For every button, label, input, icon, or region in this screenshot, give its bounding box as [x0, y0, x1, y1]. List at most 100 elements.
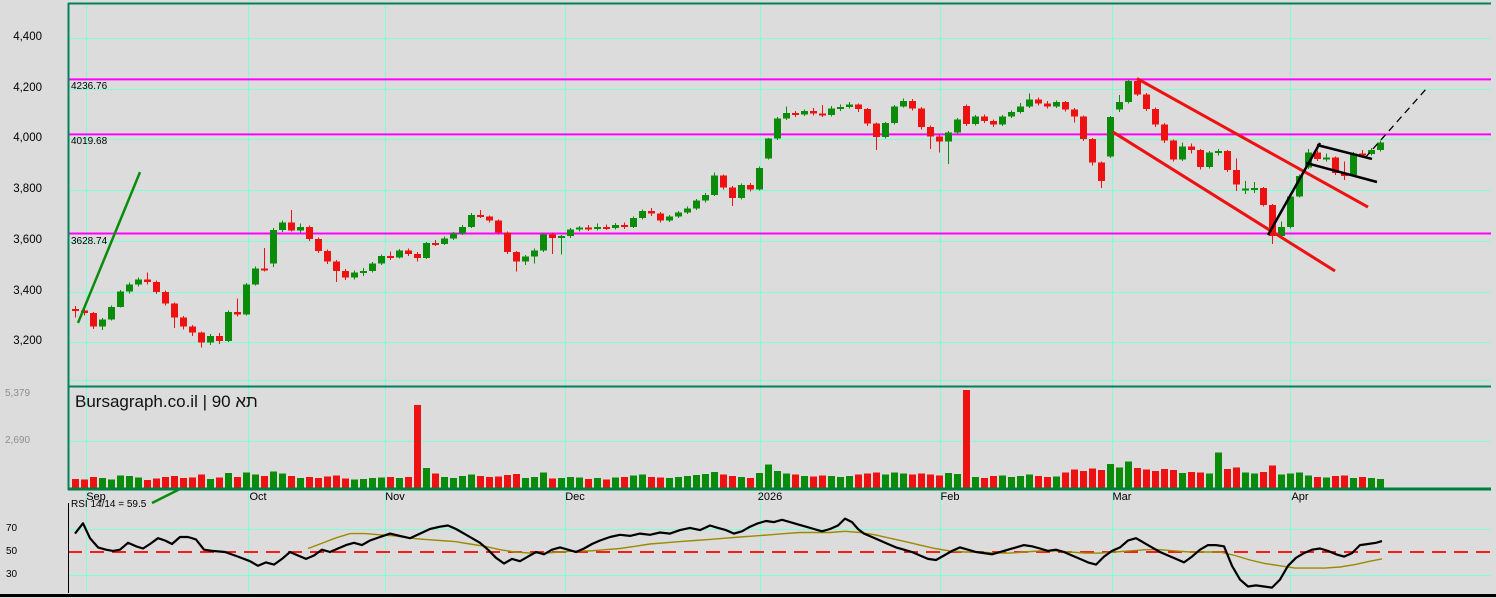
volume-bar — [315, 477, 322, 488]
candle-body — [162, 292, 169, 304]
volume-bar — [405, 477, 412, 488]
volume-bar — [477, 476, 484, 488]
candle-body — [1260, 188, 1267, 205]
candle-body — [1125, 81, 1132, 102]
volume-bar — [189, 477, 196, 488]
candle-body — [180, 317, 187, 327]
volume-bar — [954, 474, 961, 488]
volume-bar — [558, 477, 565, 488]
volume-bar — [1278, 474, 1285, 488]
volume-bar — [162, 477, 169, 488]
candle-body — [1044, 103, 1051, 107]
candle-body — [405, 250, 412, 254]
price-axis-label-4200: 4,200 — [13, 81, 42, 94]
volume-bar — [1080, 470, 1087, 488]
volume-bar — [126, 476, 133, 488]
volume-bar — [450, 477, 457, 488]
candle-body — [468, 214, 475, 227]
month-label-Dec: Dec — [565, 491, 585, 503]
candle-body — [972, 116, 979, 125]
candle-body — [1053, 101, 1060, 107]
candle-body — [981, 116, 988, 122]
candle-body — [378, 256, 385, 264]
candle-body — [747, 185, 754, 190]
candle-body — [630, 217, 637, 227]
volume-bar — [720, 474, 727, 488]
candle-body — [1233, 169, 1240, 185]
candle-body — [990, 121, 997, 125]
month-label-2026: 2026 — [757, 491, 783, 503]
volume-bar — [738, 477, 745, 488]
volume-axis-label-2690: 2,690 — [5, 434, 31, 446]
candle-body — [252, 268, 259, 285]
volume-bar — [900, 473, 907, 488]
volume-bar — [252, 474, 259, 488]
candle-body — [1179, 146, 1186, 160]
candle-body — [909, 100, 916, 109]
rsi-axis-label-50: 50 — [6, 546, 18, 557]
volume-bar — [846, 475, 853, 488]
candle-body — [1089, 138, 1096, 163]
price-axis-label-3200: 3,200 — [13, 335, 42, 348]
candle-body — [558, 236, 565, 239]
candle-body — [873, 123, 880, 137]
candle-body — [639, 210, 646, 218]
green-trendline — [76, 171, 142, 324]
candle-body — [864, 108, 871, 124]
volume-bar — [432, 473, 439, 488]
candle-body — [477, 214, 484, 217]
candle-body — [855, 104, 862, 109]
rsi-line — [74, 517, 1383, 589]
volume-bar — [675, 477, 682, 488]
volume-bar — [468, 474, 475, 488]
candle-body — [846, 104, 853, 107]
candle-body — [1161, 124, 1168, 141]
volume-bar — [756, 472, 763, 488]
volume-bar — [999, 475, 1006, 488]
candle-body — [711, 175, 718, 196]
candle-body — [1152, 108, 1159, 125]
volume-bar — [1026, 474, 1033, 488]
volume-bar — [234, 476, 241, 488]
level-value-label-3628.74: 3628.74 — [71, 235, 108, 247]
volume-bar — [495, 476, 502, 488]
volume-bar — [180, 478, 187, 488]
candle-body — [1350, 153, 1357, 175]
candle-body — [135, 279, 142, 285]
volume-bar — [747, 477, 754, 488]
candle-body — [171, 303, 178, 318]
volume-bar — [414, 404, 421, 488]
candle-body — [756, 167, 763, 190]
candle-body — [369, 263, 376, 272]
candle-body — [1323, 157, 1330, 160]
volume-bar — [666, 478, 673, 488]
volume-bar — [612, 477, 619, 488]
volume-bar — [1188, 471, 1195, 488]
volume-bar — [1017, 475, 1024, 488]
volume-bar — [972, 477, 979, 488]
volume-bar — [1323, 477, 1330, 488]
volume-bar — [504, 475, 511, 488]
candle-body — [207, 335, 214, 343]
candle-body — [963, 105, 970, 125]
candle-body — [153, 281, 160, 293]
price-axis-label-3400: 3,400 — [13, 284, 42, 297]
volume-bar — [1062, 472, 1069, 488]
volume-bar — [135, 477, 142, 488]
candle-body — [738, 185, 745, 199]
candle-body — [117, 291, 124, 308]
candle-body — [567, 229, 574, 237]
volume-bar — [1305, 475, 1312, 488]
volume-bar — [144, 479, 151, 488]
volume-bar — [927, 474, 934, 488]
candle-body — [720, 175, 727, 188]
volume-bar — [864, 473, 871, 488]
volume-bar — [522, 478, 529, 488]
volume-bar — [819, 475, 826, 488]
month-label-Sep: Sep — [86, 491, 106, 503]
volume-bar — [531, 477, 538, 488]
candle-body — [432, 242, 439, 245]
volume-bar — [828, 476, 835, 488]
candle-body — [927, 127, 934, 137]
volume-bar — [153, 478, 160, 488]
